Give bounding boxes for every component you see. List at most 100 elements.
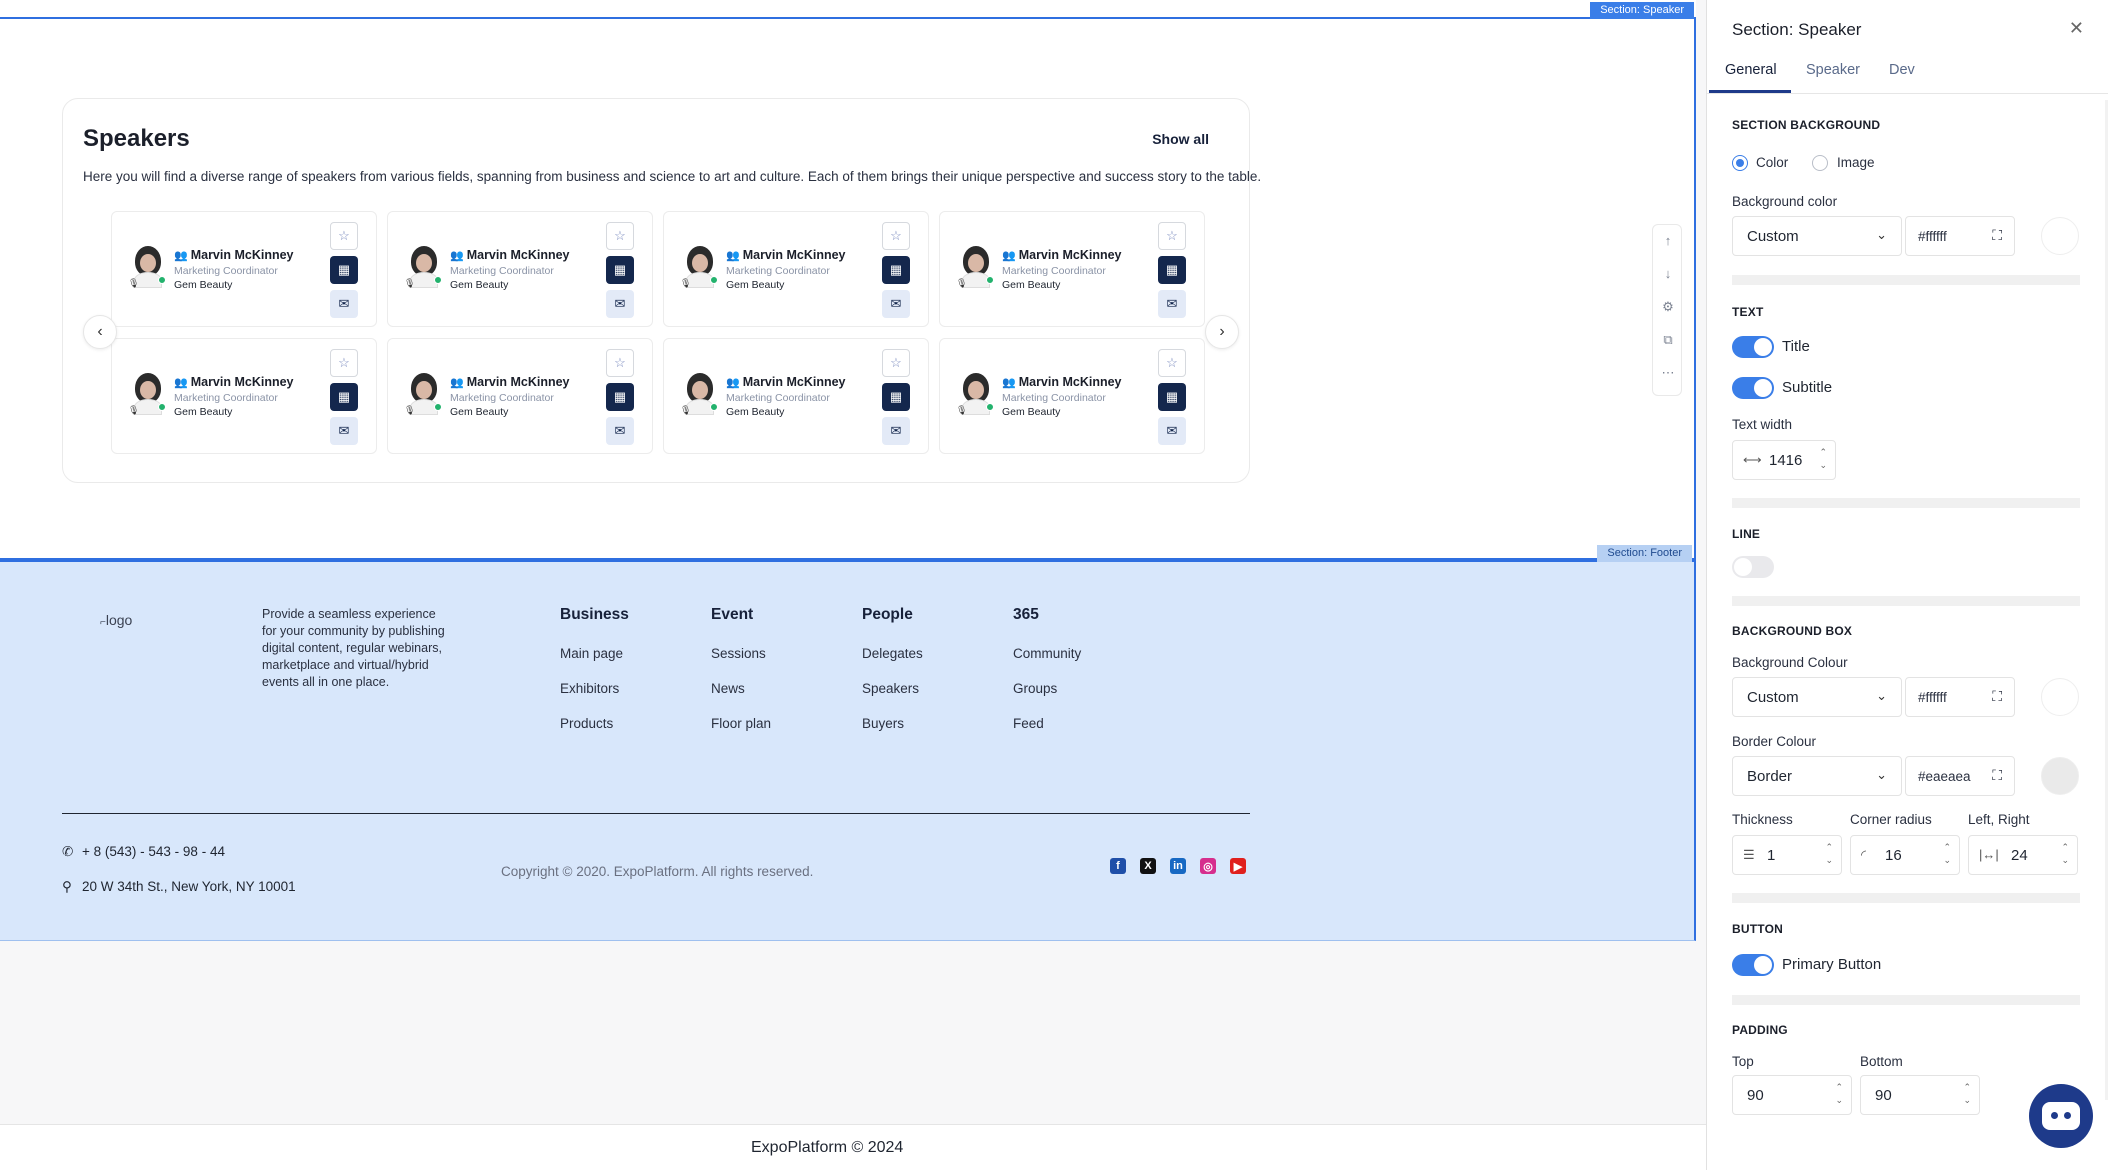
mail-icon[interactable]: ✉ <box>1158 290 1186 318</box>
speaker-card[interactable]: 🎙 👥 Marvin McKinney Marketing Coordinator Ge… <box>663 338 929 454</box>
stepper-icon[interactable]: ⌃ ⌄ <box>1963 1081 1971 1107</box>
calendar-icon[interactable]: ▦ <box>1158 383 1186 411</box>
border-colour-hex-field[interactable]: #eaeaea ⛶ <box>1905 756 2015 796</box>
mail-icon[interactable]: ✉ <box>882 417 910 445</box>
radio-image[interactable] <box>1812 155 1828 171</box>
favorite-star-icon[interactable]: ☆ <box>882 349 910 377</box>
speaker-name[interactable]: 👥 Marvin McKinney <box>726 375 846 389</box>
speaker-section[interactable]: Section: Speaker Speakers Show all Here … <box>0 2 1696 560</box>
speaker-name[interactable]: 👥 Marvin McKinney <box>726 248 846 262</box>
speaker-name[interactable]: 👥 Marvin McKinney <box>1002 375 1122 389</box>
show-all-link[interactable]: Show all <box>1152 131 1209 147</box>
footer-link[interactable]: Floor plan <box>711 716 771 751</box>
background-color-hex-field[interactable]: #ffffff ⛶ <box>1905 216 2015 256</box>
mail-icon[interactable]: ✉ <box>882 290 910 318</box>
favorite-star-icon[interactable]: ☆ <box>606 349 634 377</box>
footer-link[interactable]: Speakers <box>862 681 923 716</box>
tab-general[interactable]: General <box>1725 62 1777 78</box>
tab-speaker[interactable]: Speaker <box>1806 62 1860 78</box>
facebook-icon[interactable]: f <box>1110 858 1126 874</box>
footer-link[interactable]: Delegates <box>862 646 923 681</box>
speaker-name[interactable]: 👥 Marvin McKinney <box>450 248 570 262</box>
speaker-name[interactable]: 👥 Marvin McKinney <box>174 375 294 389</box>
footer-link[interactable]: Main page <box>560 646 629 681</box>
speaker-name[interactable]: 👥 Marvin McKinney <box>174 248 294 262</box>
background-color-select[interactable]: Custom ⌄ <box>1732 216 1902 256</box>
mail-icon[interactable]: ✉ <box>606 417 634 445</box>
footer-link[interactable]: Products <box>560 716 629 751</box>
tab-dev[interactable]: Dev <box>1889 62 1915 78</box>
calendar-icon[interactable]: ▦ <box>330 256 358 284</box>
stepper-icon[interactable]: ⌃ ⌄ <box>1819 446 1827 472</box>
favorite-star-icon[interactable]: ☆ <box>1158 222 1186 250</box>
speaker-card[interactable]: 🎙 👥 Marvin McKinney Marketing Coordinator Ge… <box>111 338 377 454</box>
favorite-star-icon[interactable]: ☆ <box>330 222 358 250</box>
mail-icon[interactable]: ✉ <box>1158 417 1186 445</box>
calendar-icon[interactable]: ▦ <box>606 383 634 411</box>
footer-section[interactable]: Section: Footer ⌐logo Provide a seamless… <box>0 545 1696 941</box>
footer-link[interactable]: Buyers <box>862 716 923 751</box>
stepper-icon[interactable]: ⌃ ⌄ <box>2061 841 2069 867</box>
speaker-card[interactable]: 🎙 👥 Marvin McKinney Marketing Coordinator Ge… <box>387 338 653 454</box>
speaker-card[interactable]: 🎙 👥 Marvin McKinney Marketing Coordinator Ge… <box>387 211 653 327</box>
corner-radius-input[interactable]: ◜ 16 ⌃ ⌄ <box>1850 835 1960 875</box>
primary-button-toggle[interactable] <box>1732 954 1774 976</box>
footer-link[interactable]: Sessions <box>711 646 771 681</box>
footer-link[interactable]: Exhibitors <box>560 681 629 716</box>
footer-link[interactable]: Groups <box>1013 681 1081 716</box>
speaker-card[interactable]: 🎙 👥 Marvin McKinney Marketing Coordinator Ge… <box>939 211 1205 327</box>
move-down-icon[interactable]: ↓ <box>1653 266 1683 281</box>
stepper-icon[interactable]: ⌃ ⌄ <box>1943 841 1951 867</box>
calendar-icon[interactable]: ▦ <box>330 383 358 411</box>
section-tag-speaker[interactable]: Section: Speaker <box>1590 2 1694 19</box>
footer-link[interactable]: Community <box>1013 646 1081 681</box>
favorite-star-icon[interactable]: ☆ <box>1158 349 1186 377</box>
line-toggle[interactable] <box>1732 556 1774 578</box>
paint-bucket-icon[interactable]: ⛶ <box>1992 688 2002 705</box>
background-color-swatch[interactable] <box>2041 217 2079 255</box>
speaker-name[interactable]: 👥 Marvin McKinney <box>1002 248 1122 262</box>
carousel-next-button[interactable]: › <box>1205 315 1239 349</box>
mail-icon[interactable]: ✉ <box>330 290 358 318</box>
padding-bottom-input[interactable]: 90 ⌃ ⌄ <box>1860 1075 1980 1115</box>
more-options-icon[interactable]: ⋯ <box>1653 365 1683 381</box>
speaker-card[interactable]: 🎙 👥 Marvin McKinney Marketing Coordinator Ge… <box>663 211 929 327</box>
left-right-input[interactable]: |↔| 24 ⌃ ⌄ <box>1968 835 2078 875</box>
move-up-icon[interactable]: ↑ <box>1653 233 1683 248</box>
carousel-prev-button[interactable]: ‹ <box>83 315 117 349</box>
calendar-icon[interactable]: ▦ <box>1158 256 1186 284</box>
border-colour-select[interactable]: Border ⌄ <box>1732 756 1902 796</box>
title-toggle[interactable] <box>1732 336 1774 358</box>
favorite-star-icon[interactable]: ☆ <box>606 222 634 250</box>
paint-bucket-icon[interactable]: ⛶ <box>1992 227 2002 244</box>
calendar-icon[interactable]: ▦ <box>882 383 910 411</box>
speaker-card[interactable]: 🎙 👥 Marvin McKinney Marketing Coordinator Ge… <box>939 338 1205 454</box>
radio-color[interactable] <box>1732 155 1748 171</box>
background-colour-select[interactable]: Custom ⌄ <box>1732 677 1902 717</box>
calendar-icon[interactable]: ▦ <box>606 256 634 284</box>
chatbot-assistant-button[interactable] <box>2029 1084 2093 1148</box>
speaker-name[interactable]: 👥 Marvin McKinney <box>450 375 570 389</box>
background-colour-swatch[interactable] <box>2041 678 2079 716</box>
favorite-star-icon[interactable]: ☆ <box>330 349 358 377</box>
thickness-input[interactable]: ☰ 1 ⌃ ⌄ <box>1732 835 1842 875</box>
instagram-icon[interactable]: ◎ <box>1200 858 1216 874</box>
favorite-star-icon[interactable]: ☆ <box>882 222 910 250</box>
subtitle-toggle[interactable] <box>1732 377 1774 399</box>
linkedin-icon[interactable]: in <box>1170 858 1186 874</box>
padding-top-input[interactable]: 90 ⌃ ⌄ <box>1732 1075 1852 1115</box>
settings-gear-icon[interactable]: ⚙ <box>1653 299 1683 315</box>
paint-bucket-icon[interactable]: ⛶ <box>1992 767 2002 784</box>
calendar-icon[interactable]: ▦ <box>882 256 910 284</box>
border-colour-swatch[interactable] <box>2041 757 2079 795</box>
youtube-icon[interactable]: ▶ <box>1230 858 1246 874</box>
section-tag-footer[interactable]: Section: Footer <box>1597 545 1692 562</box>
footer-link[interactable]: News <box>711 681 771 716</box>
speaker-card[interactable]: 🎙 👥 Marvin McKinney Marketing Coordinator Ge… <box>111 211 377 327</box>
stepper-icon[interactable]: ⌃ ⌄ <box>1825 841 1833 867</box>
duplicate-icon[interactable]: ⧉ <box>1653 332 1683 348</box>
x-icon[interactable]: X <box>1140 858 1156 874</box>
close-icon[interactable]: ✕ <box>2069 18 2084 39</box>
background-colour-hex-field[interactable]: #ffffff ⛶ <box>1905 677 2015 717</box>
mail-icon[interactable]: ✉ <box>606 290 634 318</box>
